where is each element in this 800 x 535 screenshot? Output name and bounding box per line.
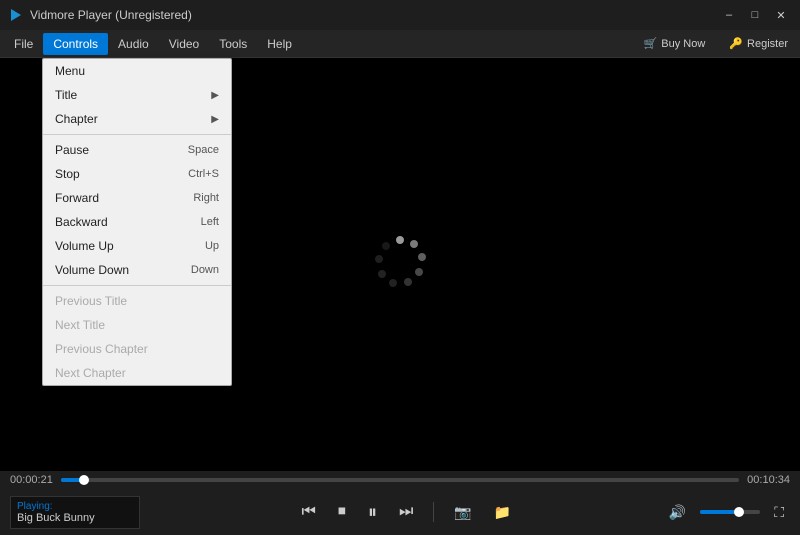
fullscreen-button[interactable]: ⛶ [768, 500, 790, 525]
menu-help[interactable]: Help [257, 33, 302, 55]
center-controls: ⏮ ⏹ ⏸ ⏭ 📷 📁 [150, 498, 663, 527]
title-bar: Vidmore Player (Unregistered) – □ ✕ [0, 0, 800, 30]
volume-icon-button[interactable]: 🔊 [663, 500, 692, 525]
menu-tools[interactable]: Tools [209, 33, 257, 55]
loading-spinner [365, 230, 435, 300]
maximize-button[interactable]: □ [744, 4, 766, 26]
separator-1 [43, 134, 231, 135]
fast-forward-button[interactable]: ⏭ [393, 499, 419, 525]
screenshot-button[interactable]: 📷 [448, 500, 477, 525]
menu-right: 🛒 Buy Now 🔑 Register [636, 34, 796, 53]
title-left: Vidmore Player (Unregistered) [8, 7, 192, 23]
chapter-arrow-icon: ▶ [211, 114, 219, 125]
key-icon: 🔑 [729, 37, 743, 50]
dd-next-title: Next Title [43, 313, 231, 337]
controls-dropdown: Menu Title ▶ Chapter ▶ Pause Space Stop … [42, 58, 232, 386]
dd-menu[interactable]: Menu [43, 59, 231, 83]
dd-volume-up[interactable]: Volume Up Up [43, 234, 231, 258]
time-elapsed: 00:00:21 [10, 474, 53, 486]
ctrl-divider-1 [433, 502, 434, 522]
dd-prev-title: Previous Title [43, 289, 231, 313]
register-button[interactable]: 🔑 Register [721, 34, 796, 53]
title-arrow-icon: ▶ [211, 90, 219, 101]
progress-thumb[interactable] [79, 475, 89, 485]
stop-button[interactable]: ⏹ [332, 499, 352, 525]
track-title: Big Buck Bunny [17, 512, 133, 524]
window-controls: – □ ✕ [718, 4, 792, 26]
dd-volume-down[interactable]: Volume Down Down [43, 258, 231, 282]
volume-thumb[interactable] [734, 507, 744, 517]
menu-controls[interactable]: Controls [43, 33, 108, 55]
playing-label: Playing: [17, 501, 133, 512]
pause-button[interactable]: ⏸ [362, 498, 383, 527]
dd-title[interactable]: Title ▶ [43, 83, 231, 107]
cart-icon: 🛒 [644, 37, 658, 50]
volume-track[interactable] [700, 510, 760, 514]
title-text: Vidmore Player (Unregistered) [30, 8, 192, 22]
dd-pause[interactable]: Pause Space [43, 138, 231, 162]
separator-2 [43, 285, 231, 286]
progress-bar-container: 00:00:21 00:10:34 [0, 471, 800, 489]
dd-backward[interactable]: Backward Left [43, 210, 231, 234]
folder-button[interactable]: 📁 [488, 500, 517, 525]
menu-file[interactable]: File [4, 33, 43, 55]
close-button[interactable]: ✕ [770, 4, 792, 26]
app-icon [8, 7, 24, 23]
progress-track[interactable] [61, 478, 739, 482]
dd-chapter[interactable]: Chapter ▶ [43, 107, 231, 131]
menu-video[interactable]: Video [159, 33, 209, 55]
time-total: 00:10:34 [747, 474, 790, 486]
dd-prev-chapter: Previous Chapter [43, 337, 231, 361]
dd-forward[interactable]: Forward Right [43, 186, 231, 210]
menu-bar: File Controls Audio Video Tools Help 🛒 B… [0, 30, 800, 58]
controls-area: 00:00:21 00:10:34 Playing: Big Buck Bunn… [0, 471, 800, 535]
right-controls: 🔊 ⛶ [663, 500, 790, 525]
dd-next-chapter: Next Chapter [43, 361, 231, 385]
dd-stop[interactable]: Stop Ctrl+S [43, 162, 231, 186]
rewind-button[interactable]: ⏮ [296, 499, 322, 525]
minimize-button[interactable]: – [718, 4, 740, 26]
now-playing-box: Playing: Big Buck Bunny [10, 496, 140, 529]
controls-row: Playing: Big Buck Bunny ⏮ ⏹ ⏸ ⏭ 📷 📁 🔊 ⛶ [0, 489, 800, 535]
menu-audio[interactable]: Audio [108, 33, 159, 55]
buy-now-button[interactable]: 🛒 Buy Now [636, 34, 714, 53]
